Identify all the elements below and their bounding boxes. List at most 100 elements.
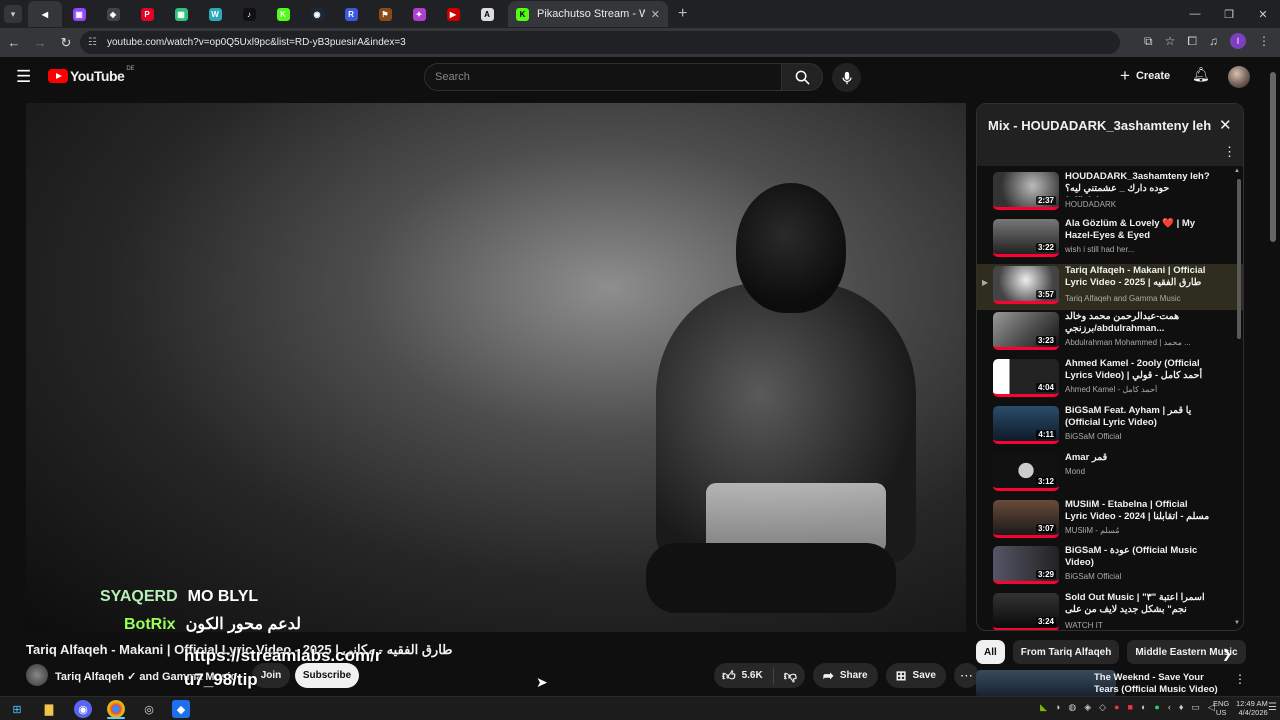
pinned-tab[interactable]: ⚑	[368, 1, 402, 27]
pinned-tab[interactable]: ▶	[436, 1, 470, 27]
scroll-down-icon[interactable]: ▼	[1234, 620, 1240, 626]
pinned-tab[interactable]: ♪	[232, 1, 266, 27]
playlist-item-title[interactable]: همت-عبدالرحمن محمد وخالد برزنجي/abdulrah…	[1065, 311, 1211, 335]
playlist-item-title[interactable]: Tariq Alfaqeh - Makani | Official Lyric …	[1065, 265, 1211, 291]
forward-icon[interactable]: →	[28, 35, 52, 50]
clock[interactable]: 12:49 AM 4/4/2026	[1236, 699, 1268, 717]
recommendation-title[interactable]: The Weeknd - Save Your Tears (Official M…	[1094, 672, 1224, 696]
restore-icon[interactable]: ❐	[1212, 0, 1246, 28]
tray-green-icon[interactable]: ●	[1154, 702, 1159, 713]
language-indicator[interactable]: ENG US	[1213, 699, 1229, 717]
pinned-tab[interactable]: R	[334, 1, 368, 27]
playlist-thumbnail[interactable]: 4:04	[993, 359, 1059, 398]
bookmark-star-icon[interactable]: ☆	[1165, 34, 1176, 48]
recommendation-more-icon[interactable]: ⋮	[1234, 672, 1246, 686]
playlist-item[interactable]: 2:37 HOUDADARK_3ashamteny leh? حوده دارك …	[977, 170, 1243, 217]
search-button[interactable]	[781, 63, 823, 91]
tab-close-icon[interactable]: ✕	[651, 8, 660, 21]
install-app-icon[interactable]: ⧉	[1144, 34, 1153, 49]
media-controls-icon[interactable]: ♫	[1209, 34, 1218, 48]
playlist-thumbnail[interactable]: 3:57	[993, 265, 1059, 304]
pinned-tab[interactable]: ▦	[164, 1, 198, 27]
playlist-item[interactable]: 3:23 همت-عبدالرحمن محمد وخالد برزنجي/abdu…	[977, 310, 1243, 357]
pinned-tab[interactable]: P	[130, 1, 164, 27]
playlist-item[interactable]: 3:24 Sold Out Music | اسمرا اعتبة "٣" نجم…	[977, 591, 1243, 630]
tray-mic-icon[interactable]: ●	[1114, 702, 1119, 713]
url-text[interactable]: youtube.com/watch?v=op0Q5Uxl9pc&list=RD-…	[107, 37, 406, 48]
tray-app2-icon[interactable]: ◐	[1141, 702, 1146, 713]
playlist-thumbnail[interactable]: 3:07	[993, 499, 1059, 538]
browser-tab-active[interactable]: K Pikachutso Stream - Watch Live ✕	[508, 1, 668, 27]
playlist-item[interactable]: 3:12 Amar قمر Mond	[977, 451, 1243, 498]
discord-icon[interactable]: ◉	[74, 700, 92, 718]
playlist-thumbnail[interactable]: 3:24	[993, 593, 1059, 630]
save-button[interactable]: ⊞ Save	[885, 663, 946, 688]
tray-steam-icon[interactable]: ◍	[1068, 702, 1076, 713]
app-icon[interactable]: ◆	[172, 700, 190, 718]
chevron-right-icon[interactable]: ❯	[1222, 647, 1232, 661]
pinned-tab[interactable]: A	[470, 1, 504, 27]
playlist-thumbnail[interactable]: 3:23	[993, 312, 1059, 351]
playlist-more-icon[interactable]: ⋮	[1223, 144, 1236, 160]
pinned-tab[interactable]: K	[266, 1, 300, 27]
back-icon[interactable]: ←	[2, 35, 26, 50]
pinned-tab[interactable]: ◀	[28, 1, 62, 27]
playlist-item[interactable]: ▶ 3:57 Tariq Alfaqeh - Makani | Official L…	[977, 263, 1243, 311]
playlist-item[interactable]: 4:04 Ahmed Kamel - 2ooly (Official Lyrics…	[977, 357, 1243, 404]
playlist-item-title[interactable]: Sold Out Music | اسمرا اعتبة "٣" نجم" بش…	[1065, 592, 1211, 618]
notifications-bell-icon[interactable]: 🔔︎	[1192, 66, 1210, 83]
pinned-tab[interactable]: ▣	[62, 1, 96, 27]
recommendation-item[interactable]: The Weeknd - Save Your Tears (Official M…	[976, 670, 1246, 698]
tray-vpn-icon[interactable]: ◈	[1084, 702, 1091, 713]
chip-from-channel[interactable]: From Tariq Alfaqeh	[1012, 640, 1120, 664]
playlist-thumbnail[interactable]: 3:29	[993, 546, 1059, 585]
tray-shield-icon[interactable]: ◇	[1099, 702, 1106, 713]
playlist-title[interactable]: Mix - HOUDADARK_3ashamteny leh?	[988, 118, 1212, 133]
share-button[interactable]: ➦ Share	[812, 663, 878, 688]
file-explorer-icon[interactable]: ▇	[40, 700, 58, 718]
profile-avatar[interactable]: I	[1230, 33, 1246, 49]
youtube-logo[interactable]: YouTube DE	[48, 66, 135, 84]
reload-icon[interactable]: ↻	[54, 35, 78, 51]
playlist-item-title[interactable]: BiGSaM - عودة (Official Music Video)	[1065, 545, 1211, 569]
playlist-thumbnail[interactable]: 3:22	[993, 218, 1059, 257]
menu-icon[interactable]: ☰	[16, 67, 31, 87]
playlist-item-title[interactable]: Ahmed Kamel - 2ooly (Official Lyrics Vid…	[1065, 358, 1211, 382]
tray-nvidia-icon[interactable]: ◣	[1040, 702, 1047, 713]
tray-app-icon[interactable]: ◑	[1055, 702, 1060, 713]
close-icon[interactable]: ✕	[1219, 116, 1232, 134]
new-tab-icon[interactable]: +	[678, 5, 687, 23]
extensions-icon[interactable]: ⧠	[1187, 34, 1197, 49]
omnibox[interactable]: ☷ youtube.com/watch?v=op0Q5Uxl9pc&list=R…	[80, 31, 1120, 54]
playlist-item-title[interactable]: HOUDADARK_3ashamteny leh? حوده دارك _ عش…	[1065, 171, 1211, 197]
voice-search-button[interactable]	[832, 63, 861, 92]
pinned-tab[interactable]: ✦	[402, 1, 436, 27]
video-player[interactable]	[26, 103, 966, 632]
page-scrollbar[interactable]	[1270, 72, 1276, 242]
account-avatar[interactable]	[1228, 66, 1250, 88]
playlist-thumbnail[interactable]: 4:11	[993, 405, 1059, 444]
minimize-icon[interactable]: —	[1178, 0, 1212, 28]
obs-icon[interactable]: ◎	[140, 700, 158, 718]
windows-start-icon[interactable]: ⊞	[8, 700, 26, 718]
pinned-tab[interactable]: ◉	[300, 1, 334, 27]
notification-center-icon[interactable]: ☰	[1268, 702, 1277, 713]
chip-all[interactable]: All	[976, 640, 1005, 664]
pinned-tab[interactable]: W	[198, 1, 232, 27]
site-info-icon[interactable]: ☷	[88, 37, 97, 48]
tray-microphone-icon[interactable]: ♦	[1179, 702, 1184, 713]
playlist-item-title[interactable]: BiGSaM Feat. Ayham | يا قمر (Official Ly…	[1065, 405, 1211, 429]
pinned-tab[interactable]: ◆	[96, 1, 130, 27]
tray-rec-icon[interactable]: ■	[1128, 702, 1133, 713]
browser-menu-icon[interactable]: ⋮	[1258, 34, 1270, 48]
playlist-item[interactable]: 3:29 BiGSaM - عودة (Official Music Video)…	[977, 544, 1243, 591]
create-button[interactable]: + Create	[1120, 66, 1170, 86]
like-button[interactable]: 👍︎ 5.6K	[722, 667, 774, 684]
thumbs-down-icon[interactable]: 👎︎	[774, 668, 797, 684]
chrome-icon[interactable]	[107, 700, 125, 718]
playlist-scrollbar[interactable]	[1237, 179, 1241, 339]
tab-search-button[interactable]: ▾	[4, 5, 22, 23]
channel-avatar[interactable]	[26, 664, 48, 686]
playlist-thumbnail[interactable]: 3:12	[993, 452, 1059, 491]
playlist-item[interactable]: 3:22 Ala Gözlüm & Lovely ❤️ | My Hazel-Ey…	[977, 217, 1243, 264]
